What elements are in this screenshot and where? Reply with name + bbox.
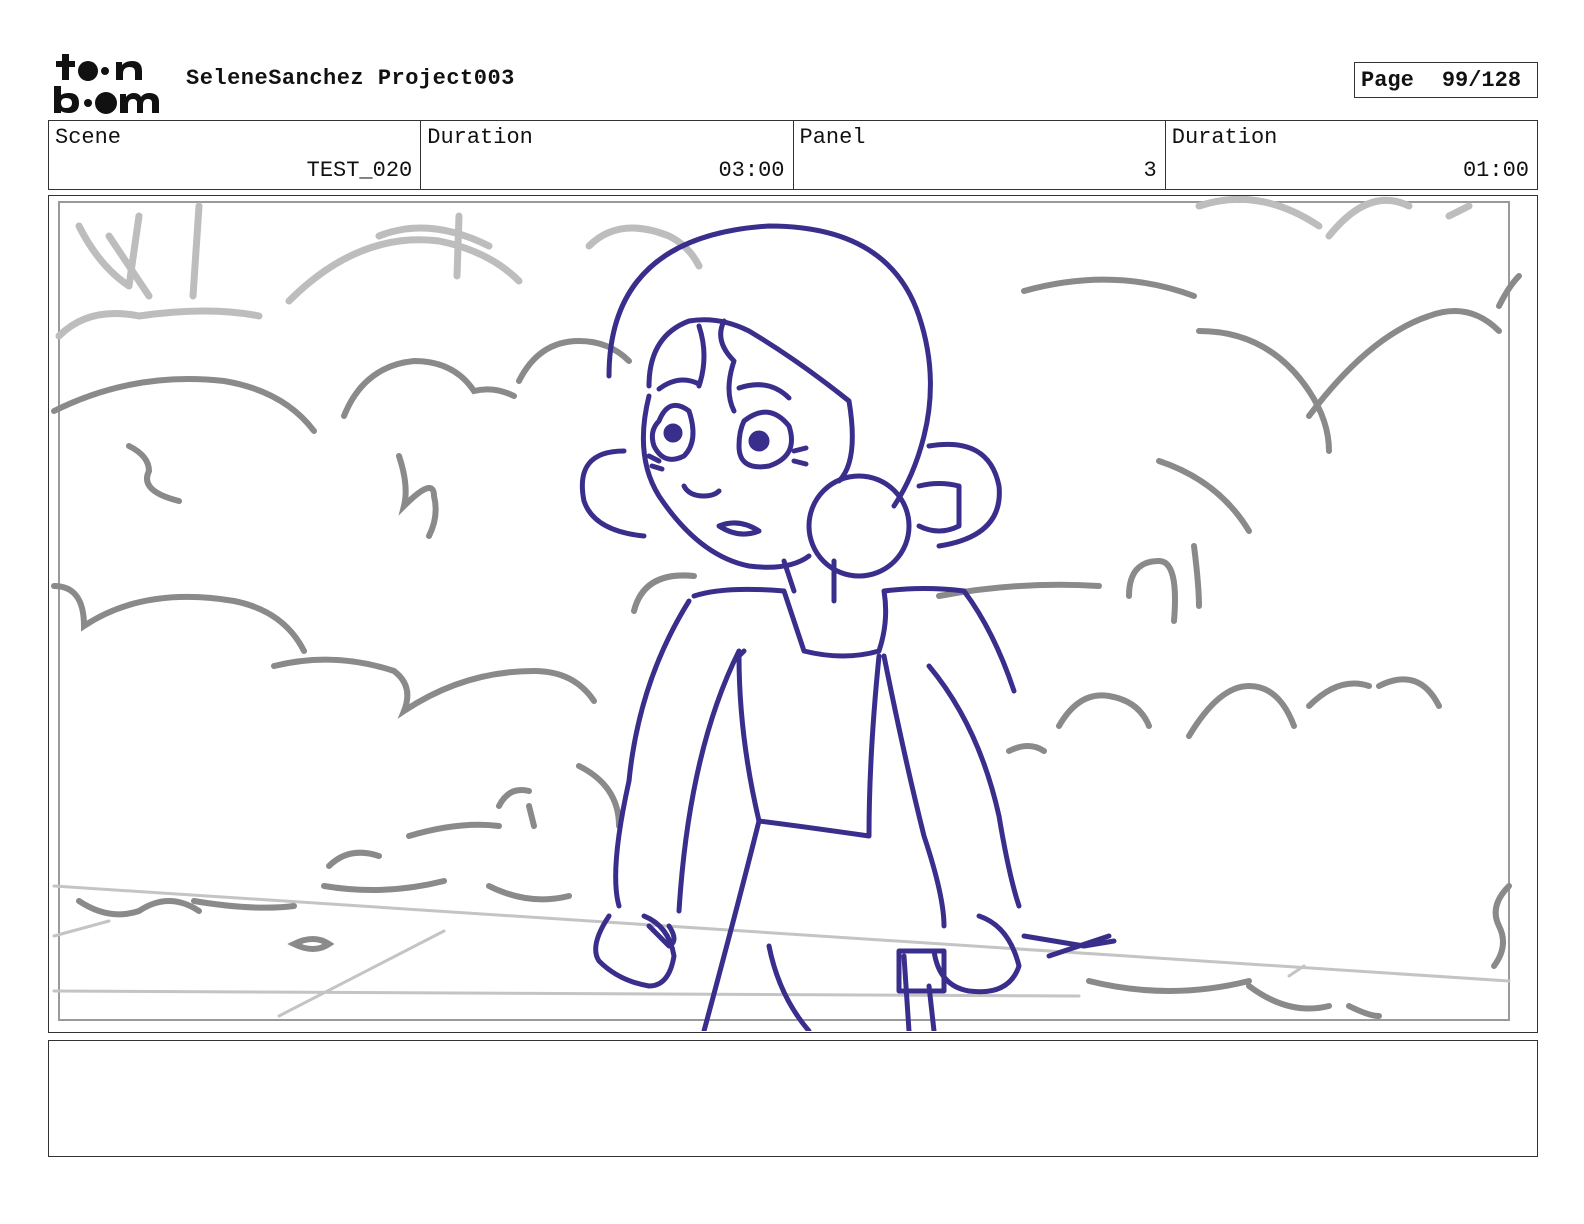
panel-duration-label: Duration [1171,125,1278,150]
character-sketch [579,223,1117,1031]
toon-boom-logo [54,54,159,114]
panel-label: Panel [799,125,866,150]
background-trees-sketch [55,196,1473,340]
panel-sketch [51,196,1522,1031]
scene-duration-value: 03:00 [718,158,785,183]
scene-duration-cell: Duration 03:00 [421,121,794,189]
storyboard-panel [48,195,1538,1033]
scene-info-table: Scene TEST_020 Duration 03:00 Panel 3 Du… [48,120,1538,190]
safe-area-frame [58,201,1510,1021]
background-bushes-sketch [51,273,1522,1019]
panel-notes-box [48,1040,1538,1157]
scene-label: Scene [55,125,122,150]
panel-value: 3 [1143,158,1157,183]
panel-duration-value: 01:00 [1462,158,1529,183]
scene-value: TEST_020 [306,158,413,183]
page-label: Page [1361,67,1414,93]
page-number: 99/128 [1441,67,1522,93]
panel-duration-cell: Duration 01:00 [1166,121,1537,189]
page-indicator: Page 99/128 [1354,62,1538,98]
panel-cell: Panel 3 [794,121,1166,189]
scene-cell: Scene TEST_020 [49,121,422,189]
project-title: SeleneSanchez Project003 [186,66,515,91]
scene-duration-label: Duration [427,125,533,150]
